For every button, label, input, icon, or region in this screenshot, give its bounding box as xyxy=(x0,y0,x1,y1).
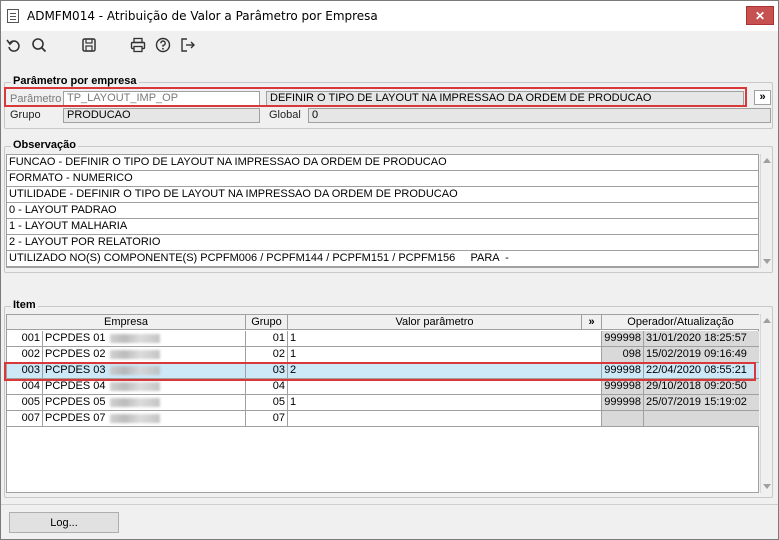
observacao-scrollbar[interactable] xyxy=(760,154,772,268)
empresa-name: PCPDES 07 xyxy=(45,412,106,424)
valor-cell[interactable] xyxy=(288,379,602,395)
atualizacao-cell: 25/07/2019 15:19:02 xyxy=(644,395,759,411)
observacao-line: FORMATO - NUMERICO xyxy=(7,171,758,187)
header-empresa[interactable]: Empresa xyxy=(7,315,246,330)
redacted-text xyxy=(109,397,160,407)
close-icon: ✕ xyxy=(754,8,766,23)
grupo-cell[interactable]: 03 xyxy=(246,363,288,379)
scroll-down-icon[interactable] xyxy=(763,484,771,489)
global-label: Global xyxy=(269,109,301,121)
empresa-cell[interactable]: PCPDES 01 xyxy=(43,331,246,347)
grupo-cell[interactable]: 01 xyxy=(246,331,288,347)
operador-cell xyxy=(602,411,644,427)
log-button[interactable]: Log... xyxy=(9,512,119,533)
valor-cell[interactable]: 1 xyxy=(288,347,602,363)
observacao-line: 2 - LAYOUT POR RELATORIO xyxy=(7,235,758,251)
atualizacao-cell: 15/02/2019 09:16:49 xyxy=(644,347,759,363)
grupo-field: PRODUCAO xyxy=(63,108,260,123)
scroll-up-icon[interactable] xyxy=(763,158,771,163)
atualizacao-cell: 22/04/2020 08:55:21 xyxy=(644,363,759,379)
close-button[interactable]: ✕ xyxy=(746,6,774,25)
exit-icon[interactable] xyxy=(179,36,197,54)
global-field: 0 xyxy=(308,108,771,123)
item-scrollbar[interactable] xyxy=(760,314,772,493)
redacted-text xyxy=(109,381,160,391)
title-bar: ADMFM014 - Atribuição de Valor a Parâmet… xyxy=(1,1,778,31)
undo-icon[interactable] xyxy=(5,36,23,54)
empresa-name: PCPDES 05 xyxy=(45,396,106,408)
redacted-text xyxy=(109,349,160,359)
row-number[interactable]: 002 xyxy=(7,347,43,363)
scroll-down-icon[interactable] xyxy=(763,259,771,264)
grupo-label: Grupo xyxy=(10,109,41,121)
parametro-more-button[interactable]: » xyxy=(754,90,771,105)
grupo-cell[interactable]: 02 xyxy=(246,347,288,363)
operador-cell: 999998 xyxy=(602,363,644,379)
atualizacao-cell: 29/10/2018 09:20:50 xyxy=(644,379,759,395)
item-grid[interactable]: Empresa Grupo Valor parâmetro » Operador… xyxy=(6,314,759,493)
valor-cell[interactable]: 2 xyxy=(288,363,602,379)
row-number[interactable]: 003 xyxy=(7,363,43,379)
empresa-name: PCPDES 01 xyxy=(45,332,106,344)
grupo-cell[interactable]: 04 xyxy=(246,379,288,395)
document-icon xyxy=(7,9,19,23)
parametro-description-field: DEFINIR O TIPO DE LAYOUT NA IMPRESSAO DA… xyxy=(266,91,744,106)
row-number[interactable]: 004 xyxy=(7,379,43,395)
empresa-cell[interactable]: PCPDES 04 xyxy=(43,379,246,395)
operador-cell: 999998 xyxy=(602,331,644,347)
empresa-name: PCPDES 02 xyxy=(45,348,106,360)
grupo-cell[interactable]: 07 xyxy=(246,411,288,427)
toolbar xyxy=(1,31,778,59)
divider xyxy=(1,504,778,505)
grupo-cell[interactable]: 05 xyxy=(246,395,288,411)
empresa-name: PCPDES 04 xyxy=(45,380,106,392)
empresa-cell[interactable]: PCPDES 07 xyxy=(43,411,246,427)
help-icon[interactable] xyxy=(154,36,172,54)
main-window: ADMFM014 - Atribuição de Valor a Parâmet… xyxy=(0,0,779,540)
redacted-text xyxy=(109,365,160,375)
empresa-cell[interactable]: PCPDES 05 xyxy=(43,395,246,411)
valor-cell[interactable]: 1 xyxy=(288,331,602,347)
valor-cell[interactable]: 1 xyxy=(288,395,602,411)
search-icon[interactable] xyxy=(30,36,48,54)
empresa-name: PCPDES 03 xyxy=(45,364,106,376)
parametro-field[interactable]: TP_LAYOUT_IMP_OP xyxy=(63,91,260,106)
print-icon[interactable] xyxy=(129,36,147,54)
observacao-legend: Observação xyxy=(11,139,78,151)
empresa-cell[interactable]: PCPDES 02 xyxy=(43,347,246,363)
row-number[interactable]: 005 xyxy=(7,395,43,411)
header-valor[interactable]: Valor parâmetro xyxy=(288,315,582,330)
operador-cell: 999998 xyxy=(602,379,644,395)
parametro-label: Parâmetro xyxy=(10,93,62,105)
row-number[interactable]: 007 xyxy=(7,411,43,427)
observacao-line: 0 - LAYOUT PADRAO xyxy=(7,203,758,219)
param-group-legend: Parâmetro por empresa xyxy=(11,75,139,87)
operador-cell: 999998 xyxy=(602,395,644,411)
atualizacao-cell xyxy=(644,411,759,427)
atualizacao-cell: 31/01/2020 18:25:57 xyxy=(644,331,759,347)
observacao-line: UTILIZADO NO(S) COMPONENTE(S) PCPFM006 /… xyxy=(7,251,758,267)
empresa-cell[interactable]: PCPDES 03 xyxy=(43,363,246,379)
item-legend: Item xyxy=(11,299,38,311)
header-operador[interactable]: Operador/Atualização xyxy=(602,315,759,330)
header-grupo[interactable]: Grupo xyxy=(246,315,288,330)
header-more-button[interactable]: » xyxy=(582,315,602,330)
observacao-list[interactable]: FUNCAO - DEFINIR O TIPO DE LAYOUT NA IMP… xyxy=(6,154,759,268)
observacao-line: 1 - LAYOUT MALHARIA xyxy=(7,219,758,235)
valor-cell[interactable] xyxy=(288,411,602,427)
operador-cell: 098 xyxy=(602,347,644,363)
redacted-text xyxy=(109,413,160,423)
scroll-up-icon[interactable] xyxy=(763,318,771,323)
row-number[interactable]: 001 xyxy=(7,331,43,347)
window-title: ADMFM014 - Atribuição de Valor a Parâmet… xyxy=(27,9,378,23)
save-icon[interactable] xyxy=(80,36,98,54)
observacao-line: UTILIDADE - DEFINIR O TIPO DE LAYOUT NA … xyxy=(7,187,758,203)
redacted-text xyxy=(109,333,160,343)
observacao-line: FUNCAO - DEFINIR O TIPO DE LAYOUT NA IMP… xyxy=(7,155,758,171)
